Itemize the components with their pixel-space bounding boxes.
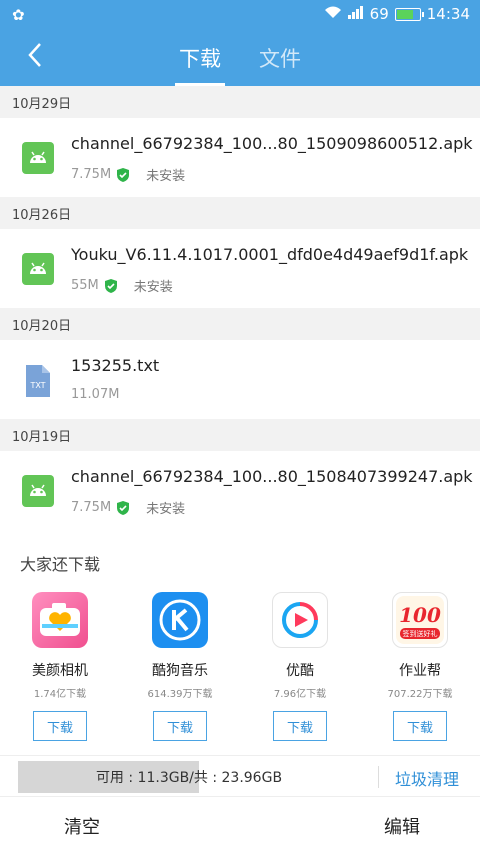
wifi-icon: [324, 5, 342, 23]
rec-app: 优酷 7.96亿下载 下载: [240, 590, 360, 750]
file-name: channel_66792384_100...80_1509098600512.…: [71, 134, 473, 153]
file-meta: 11.07M: [71, 387, 119, 402]
divider: [378, 766, 379, 788]
rec-app-downloads: 707.22万下载: [387, 689, 453, 700]
cellular-signal-icon: [347, 5, 364, 23]
status-indicators: 69 14:34: [324, 5, 470, 23]
section-date: 10月19日: [0, 419, 480, 451]
rec-app: 酷狗音乐 614.39万下载 下载: [120, 590, 240, 750]
rec-download-button[interactable]: 下载: [273, 711, 327, 741]
rec-app-name: 美颜相机: [32, 663, 88, 679]
clock: 14:34: [426, 5, 470, 23]
file-row[interactable]: Youku_V6.11.4.1017.0001_dfd0e4d49aef9d1f…: [0, 229, 480, 308]
file-meta: 7.75M 未安装: [71, 165, 185, 184]
recommendations-grid: 美颜相机 1.74亿下载 下载 酷狗音乐 614.39万下载 下载 优酷 7.9…: [0, 590, 480, 750]
file-name: channel_66792384_100...80_1508407399247.…: [71, 467, 473, 486]
clear-button[interactable]: 清空: [64, 813, 100, 839]
txt-file-icon: TXT: [22, 364, 54, 397]
cleanup-button[interactable]: 垃圾清理: [395, 766, 459, 790]
kugou-k-icon[interactable]: [152, 592, 208, 648]
storage-usage: 可用 : 11.3GB/共 : 23.96GB: [18, 761, 360, 793]
install-status: 未安装: [146, 169, 186, 184]
tab-downloads[interactable]: 下载: [175, 30, 225, 86]
verified-check-icon: [104, 278, 118, 293]
youku-play-icon[interactable]: [272, 592, 328, 648]
file-size: 7.75M: [71, 167, 112, 182]
verified-check-icon: [116, 500, 130, 515]
file-size: 55M: [71, 278, 99, 293]
install-status: 未安装: [133, 280, 173, 295]
rec-app-name: 优酷: [286, 663, 314, 679]
verified-check-icon: [116, 167, 130, 182]
storage-label: 可用 : 11.3GB/共 : 23.96GB: [95, 770, 283, 786]
file-row[interactable]: TXT 153255.txt 11.07M: [0, 340, 480, 419]
zuoyebang-icon-caption: 签到送好礼: [403, 629, 438, 638]
rec-app: 100 签到送好礼 作业帮 707.22万下载 下载: [360, 590, 480, 750]
battery-fill: [396, 9, 414, 19]
rec-download-button[interactable]: 下载: [393, 711, 447, 741]
rec-app-downloads: 614.39万下载: [147, 689, 213, 700]
rec-app-name: 酷狗音乐: [152, 663, 208, 679]
section-date: 10月20日: [0, 308, 480, 340]
file-name: 153255.txt: [71, 356, 160, 375]
android-apk-icon: [22, 475, 54, 507]
storage-bar: 可用 : 11.3GB/共 : 23.96GB 垃圾清理: [0, 755, 480, 797]
file-size: 7.75M: [71, 500, 112, 515]
file-meta: 55M 未安装: [71, 276, 173, 295]
android-apk-icon: [22, 142, 54, 174]
zuoyebang-icon-number: 100: [399, 603, 441, 627]
battery-percent: 69: [369, 5, 389, 23]
install-status: 未安装: [146, 502, 186, 517]
header: 下载 文件: [0, 30, 480, 86]
edit-button[interactable]: 编辑: [384, 813, 420, 839]
status-bar: ✿ 69 14:34: [0, 0, 480, 30]
camera-heart-icon[interactable]: [32, 592, 88, 648]
rec-app-name: 作业帮: [399, 663, 441, 679]
rec-app: 美颜相机 1.74亿下载 下载: [0, 590, 120, 750]
file-meta: 7.75M 未安装: [71, 498, 185, 517]
notification-app-icon: ✿: [12, 6, 25, 24]
zuoyebang-100-icon[interactable]: 100 签到送好礼: [392, 592, 448, 648]
file-size: 11.07M: [71, 387, 120, 402]
rec-download-button[interactable]: 下载: [33, 711, 87, 741]
section-date: 10月26日: [0, 197, 480, 229]
tab-bar: 下载 文件: [0, 30, 480, 86]
txt-icon-label: TXT: [29, 381, 45, 390]
bottom-bar: 清空 编辑: [0, 798, 480, 853]
rec-download-button[interactable]: 下载: [153, 711, 207, 741]
file-row[interactable]: channel_66792384_100...80_1509098600512.…: [0, 118, 480, 197]
battery-icon: [394, 7, 424, 21]
android-apk-icon: [22, 253, 54, 285]
file-row[interactable]: channel_66792384_100...80_1508407399247.…: [0, 451, 480, 530]
rec-app-downloads: 7.96亿下载: [273, 689, 327, 700]
section-date: 10月29日: [0, 86, 480, 118]
file-name: Youku_V6.11.4.1017.0001_dfd0e4d49aef9d1f…: [71, 245, 469, 264]
rec-app-downloads: 1.74亿下载: [33, 689, 87, 700]
tab-files[interactable]: 文件: [255, 30, 305, 86]
recommendations-title: 大家还下载: [20, 555, 101, 574]
